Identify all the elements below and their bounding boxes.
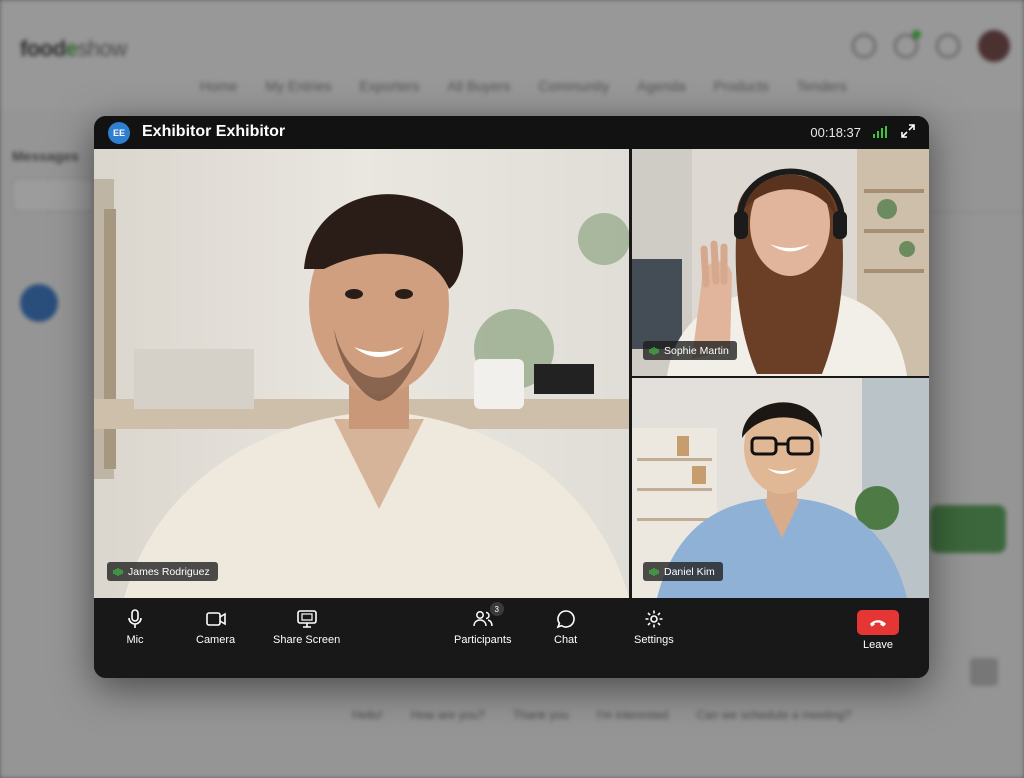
participant-name-tag: James Rodriguez	[107, 562, 218, 581]
chat-label: Chat	[554, 634, 578, 646]
participants-button[interactable]: 3 Participants	[454, 602, 512, 646]
chat-button[interactable]: Chat	[554, 608, 577, 646]
call-titlebar: EE Exhibitor Exhibitor 00:18:37	[94, 116, 929, 149]
participant-name: Daniel Kim	[664, 565, 715, 578]
participant-name-tag: Sophie Martin	[643, 341, 737, 360]
video-tile-main[interactable]: James Rodriguez	[94, 149, 629, 598]
call-controls: Mic Camera Share Screen 3 Participants C…	[94, 598, 929, 678]
speaking-icon	[649, 567, 659, 576]
speaking-icon	[649, 346, 659, 355]
participants-label: Participants	[454, 634, 512, 646]
microphone-icon	[124, 608, 146, 630]
fullscreen-icon[interactable]	[901, 124, 915, 138]
video-call-modal: EE Exhibitor Exhibitor 00:18:37 James Ro…	[94, 116, 929, 678]
settings-button[interactable]: Settings	[634, 608, 674, 646]
settings-label: Settings	[634, 634, 674, 646]
chat-bubble-icon	[555, 608, 577, 630]
mic-button[interactable]: Mic	[124, 608, 146, 646]
people-icon: 3	[472, 602, 504, 630]
video-tile-daniel[interactable]: Daniel Kim	[632, 378, 929, 598]
call-timer: 00:18:37	[810, 125, 861, 140]
mic-label: Mic	[126, 634, 144, 646]
camera-button[interactable]: Camera	[196, 608, 235, 646]
hang-up-icon	[857, 610, 899, 635]
signal-icon	[873, 126, 887, 138]
participant-video	[94, 149, 629, 598]
leave-button[interactable]: Leave	[857, 610, 899, 651]
screen-share-icon	[296, 608, 318, 630]
caller-avatar: EE	[108, 122, 130, 144]
participant-name-tag: Daniel Kim	[643, 562, 723, 581]
speaking-icon	[113, 567, 123, 576]
gear-icon	[643, 608, 665, 630]
participant-name: Sophie Martin	[664, 344, 729, 357]
share-screen-button[interactable]: Share Screen	[273, 608, 340, 646]
call-title: Exhibitor Exhibitor	[142, 123, 286, 140]
participants-count-badge: 3	[489, 602, 504, 616]
camera-label: Camera	[196, 634, 236, 646]
participant-name: James Rodriguez	[128, 565, 210, 578]
camera-icon	[205, 608, 227, 630]
share-screen-label: Share Screen	[273, 634, 341, 646]
video-tile-sophie[interactable]: Sophie Martin	[632, 149, 929, 376]
leave-label: Leave	[863, 639, 893, 651]
